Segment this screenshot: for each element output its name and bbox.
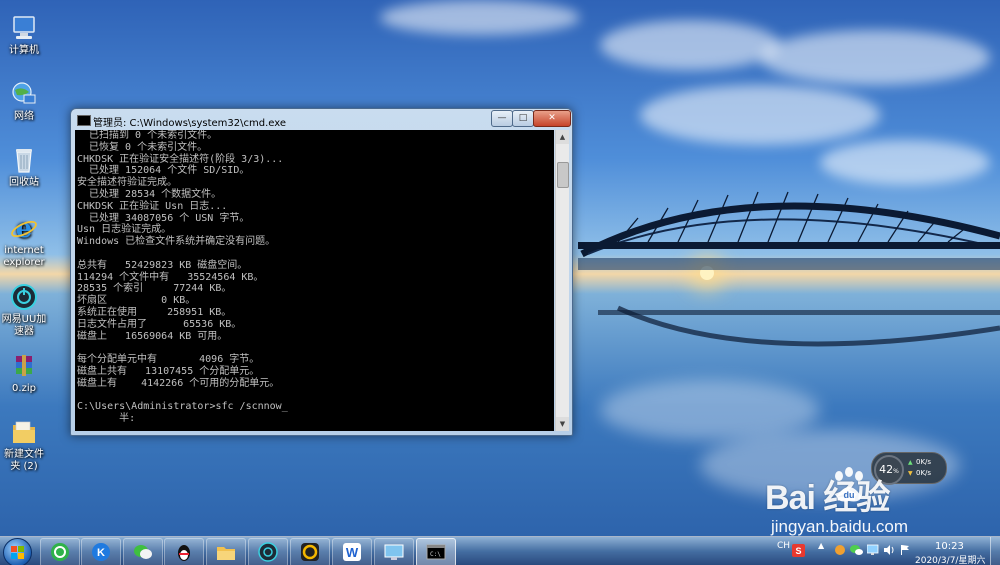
start-button[interactable] <box>3 538 32 565</box>
desktop-icon-uu-accelerator[interactable]: 网易UU加速器 <box>0 283 48 338</box>
winrar-archive-icon <box>16 355 32 376</box>
taskbar-app-wps[interactable]: W <box>332 538 372 565</box>
clock-date[interactable]: 2020/3/7/星期六 <box>915 553 985 565</box>
desktop-icon-label: 0.zip <box>12 383 36 394</box>
tray-app-icon[interactable] <box>834 544 846 556</box>
baidu-paw-icon: du <box>835 467 863 502</box>
wechat-tray-icon[interactable] <box>850 544 863 556</box>
tray-expand-arrow-icon[interactable]: ▲ <box>818 541 824 550</box>
computer-icon <box>13 16 35 39</box>
folder-icon <box>13 421 35 443</box>
remote-desktop-icon <box>384 544 404 560</box>
taskbar-app-wechat[interactable] <box>123 538 163 565</box>
wps-office-icon: W <box>343 543 361 561</box>
scroll-down-arrow-icon[interactable]: ▼ <box>556 417 569 431</box>
ime-indicator[interactable]: CH <box>777 541 790 551</box>
file-explorer-icon <box>217 547 235 560</box>
svg-text:du: du <box>844 490 855 500</box>
desktop-icon-new-folder[interactable]: 新建文件夹 (2) <box>0 418 48 473</box>
network-tray-icon[interactable] <box>867 544 879 556</box>
taskbar-app-qq[interactable] <box>164 538 204 565</box>
sogou-input-icon[interactable]: S <box>792 544 805 557</box>
wechat-icon <box>134 545 152 559</box>
windows-logo-icon <box>11 546 24 559</box>
bridge-image <box>578 191 1000 347</box>
internet-explorer-icon: e <box>11 214 37 242</box>
cloud <box>760 30 990 85</box>
desktop[interactable]: 计算机 网络 回收站 e internet explorer 网易UU加速器 0… <box>0 0 1000 565</box>
minimize-button[interactable]: — <box>491 110 513 127</box>
desktop-icon-internet-explorer[interactable]: e internet explorer <box>0 214 48 269</box>
k-app-icon: K <box>92 543 110 561</box>
taskbar-app-uu-accelerator[interactable] <box>248 538 288 565</box>
svg-text:e: e <box>16 214 33 242</box>
svg-text:K: K <box>97 547 105 559</box>
svg-text:W: W <box>346 545 359 560</box>
baidu-jingyan-watermark: Bai 经验 du jingyan.baidu.com <box>765 458 997 544</box>
cloud <box>640 85 880 145</box>
360-browser-icon <box>51 543 69 561</box>
recycle-bin-icon <box>16 149 32 173</box>
desktop-icon-label: 回收站 <box>9 177 39 188</box>
desktop-icon-label: 网络 <box>14 111 34 122</box>
desktop-icon-network[interactable]: 网络 <box>0 80 48 123</box>
scroll-thumb[interactable] <box>557 162 569 188</box>
watermark-url: jingyan.baidu.com <box>771 517 909 536</box>
taskbar-app-k[interactable]: K <box>81 538 121 565</box>
taskbar-app-game[interactable] <box>290 538 330 565</box>
desktop-icon-label: internet explorer <box>3 245 45 268</box>
cmd-icon: C:\ <box>426 544 446 560</box>
desktop-icon-computer[interactable]: 计算机 <box>0 14 48 57</box>
scroll-up-arrow-icon[interactable]: ▲ <box>556 130 569 144</box>
taskbar-app-360-browser[interactable] <box>40 538 80 565</box>
svg-text:C:\: C:\ <box>430 551 441 558</box>
vertical-scrollbar[interactable]: ▲ ▼ <box>555 130 569 431</box>
cmd-icon <box>77 115 91 126</box>
console-output: 已扫描到 0 个未索引文件。 已恢复 0 个未索引文件。 CHKDSK 正在验证… <box>77 130 288 425</box>
cmd-titlebar[interactable]: 管理员: C:\Windows\system32\cmd.exe — □ ✕ <box>71 109 572 131</box>
svg-text:S: S <box>795 546 801 556</box>
desktop-icon-label: 计算机 <box>9 45 39 56</box>
close-button[interactable]: ✕ <box>533 110 571 127</box>
taskbar[interactable]: K W C:\ CH S ▲ 10:23 2020/3/7/星期六 <box>0 536 1000 565</box>
game-app-icon <box>301 543 319 561</box>
maximize-button[interactable]: □ <box>512 110 534 127</box>
desktop-icon-label: 网易UU加速器 <box>1 314 47 337</box>
desktop-icon-label: 新建文件夹 (2) <box>4 449 44 472</box>
taskbar-app-file-explorer[interactable] <box>206 538 246 565</box>
uu-accelerator-icon <box>11 284 37 310</box>
taskbar-app-remote-desktop[interactable] <box>374 538 414 565</box>
show-desktop-button[interactable] <box>990 537 1000 565</box>
clock-time[interactable]: 10:23 <box>935 541 964 552</box>
network-icon <box>12 82 36 104</box>
qq-penguin-icon <box>178 545 190 561</box>
cloud <box>600 20 780 70</box>
action-center-flag-icon[interactable] <box>899 544 911 556</box>
uu-accelerator-icon <box>258 542 278 562</box>
desktop-icon-zip[interactable]: 0.zip <box>0 352 48 395</box>
desktop-icon-recycle-bin[interactable]: 回收站 <box>0 146 48 189</box>
cmd-window[interactable]: 管理员: C:\Windows\system32\cmd.exe — □ ✕ 已… <box>70 108 573 436</box>
watermark-brand: Bai 经验 <box>765 479 890 517</box>
cmd-window-title: 管理员: C:\Windows\system32\cmd.exe <box>93 118 287 129</box>
console-output-area[interactable]: 已扫描到 0 个未索引文件。 已恢复 0 个未索引文件。 CHKDSK 正在验证… <box>75 130 554 431</box>
taskbar-app-cmd[interactable]: C:\ <box>416 538 456 565</box>
cloud <box>380 0 580 35</box>
volume-icon[interactable] <box>883 544 895 556</box>
